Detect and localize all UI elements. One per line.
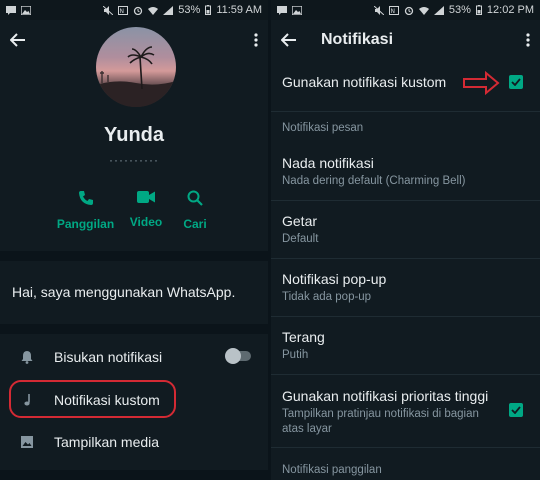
image-icon [21,436,33,448]
wifi-icon [418,6,429,15]
vibrate-value: Default [282,233,319,245]
search-button[interactable]: Cari [171,190,219,231]
mute-icon [103,5,114,15]
notification-tone-row[interactable]: Nada notifikasi Nada dering default (Cha… [271,155,540,189]
more-options-icon[interactable] [526,33,530,47]
phone-icon [78,191,93,205]
notification-tone-value: Nada dering default (Charming Bell) [282,175,466,187]
svg-text:N: N [120,8,125,15]
back-arrow-icon[interactable] [281,33,297,47]
divider [271,258,540,259]
custom-notifications-label: Notifikasi kustom [54,392,160,408]
video-icon [137,191,155,203]
wifi-icon [148,6,159,15]
high-priority-checkbox[interactable] [509,403,523,417]
search-label: Cari [183,217,207,231]
popup-notification-title: Notifikasi pop-up [282,271,387,287]
battery-percent: 53% [448,4,471,16]
use-custom-notifications-checkbox[interactable] [509,75,523,89]
message-notifications-header: Notifikasi pesan [282,122,364,134]
mute-notifications-toggle[interactable] [225,348,251,364]
contact-actions: Panggilan Video Cari [50,190,219,231]
battery-icon [475,5,482,15]
image-icon [292,5,302,15]
profile-avatar[interactable] [96,27,176,107]
checkmark-icon [511,406,521,414]
battery-percent: 53% [178,4,201,16]
status-time: 12:02 PM [486,4,534,16]
divider [271,200,540,201]
music-note-icon [24,394,30,406]
vibrate-title: Getar [282,213,318,229]
section-divider [0,470,268,480]
divider [271,316,540,317]
high-priority-row[interactable]: Gunakan notifikasi prioritas tinggi Tamp… [271,388,540,437]
video-call-button[interactable]: Video [121,190,171,231]
section-divider [0,324,268,334]
call-label: Panggilan [56,217,115,231]
light-value: Putih [282,349,309,361]
alarm-icon [134,6,143,15]
divider [271,374,540,375]
back-arrow-icon[interactable] [10,33,26,47]
message-icon [277,5,287,15]
message-icon [6,5,16,15]
high-priority-title: Gunakan notifikasi prioritas tinggi [282,388,489,404]
notification-tone-title: Nada notifikasi [282,155,374,171]
custom-notifications-row[interactable]: Notifikasi kustom [0,380,268,420]
nfc-icon: N [388,5,399,15]
contact-name: Yunda [103,124,164,146]
call-button[interactable]: Panggilan [50,190,121,231]
nfc-icon: N [118,5,129,15]
popup-notification-value: Tidak ada pop-up [282,291,372,303]
signal-icon [163,5,174,15]
contact-info-screen: N 53% 11:59 AM Yunda ·········· Panggila… [0,0,268,480]
mute-notifications-row[interactable]: Bisukan notifikasi [0,337,268,377]
light-row[interactable]: Terang Putih [271,329,540,363]
vibrate-row[interactable]: Getar Default [271,213,540,247]
more-options-icon[interactable] [254,33,258,47]
bell-icon [21,351,33,364]
signal-icon [433,5,444,15]
contact-phone: ·········· [109,153,159,167]
page-title: Notifikasi [321,31,394,48]
divider [271,447,540,448]
divider [271,111,540,112]
popup-notification-row[interactable]: Notifikasi pop-up Tidak ada pop-up [271,271,540,305]
status-bar: N 53% 11:59 AM [0,0,268,20]
call-notifications-header: Notifikasi panggilan [282,464,382,476]
alarm-icon [404,6,414,15]
high-priority-desc-line1: Tampilkan pratinjau notifikasi di bagian [282,408,479,420]
video-label: Video [129,215,163,229]
checkmark-icon [511,78,521,86]
show-media-label: Tampilkan media [54,434,160,450]
search-icon [187,190,203,206]
image-icon [21,5,31,15]
status-time: 11:59 AM [216,4,262,16]
show-media-row[interactable]: Tampilkan media [0,422,268,462]
svg-text:N: N [390,8,395,15]
use-custom-notifications-label: Gunakan notifikasi kustom [282,74,447,90]
mute-notifications-label: Bisukan notifikasi [54,349,163,365]
red-arrow-annotation [463,71,500,95]
about-text: Hai, saya menggunakan WhatsApp. [12,284,236,300]
section-divider [0,251,268,261]
mute-icon [373,5,384,15]
high-priority-desc-line2: atas layar [282,423,332,435]
light-title: Terang [282,329,325,345]
status-bar: N 53% 12:02 PM [271,0,540,20]
notifications-app-bar: Notifikasi [271,20,540,60]
battery-icon [205,5,212,15]
